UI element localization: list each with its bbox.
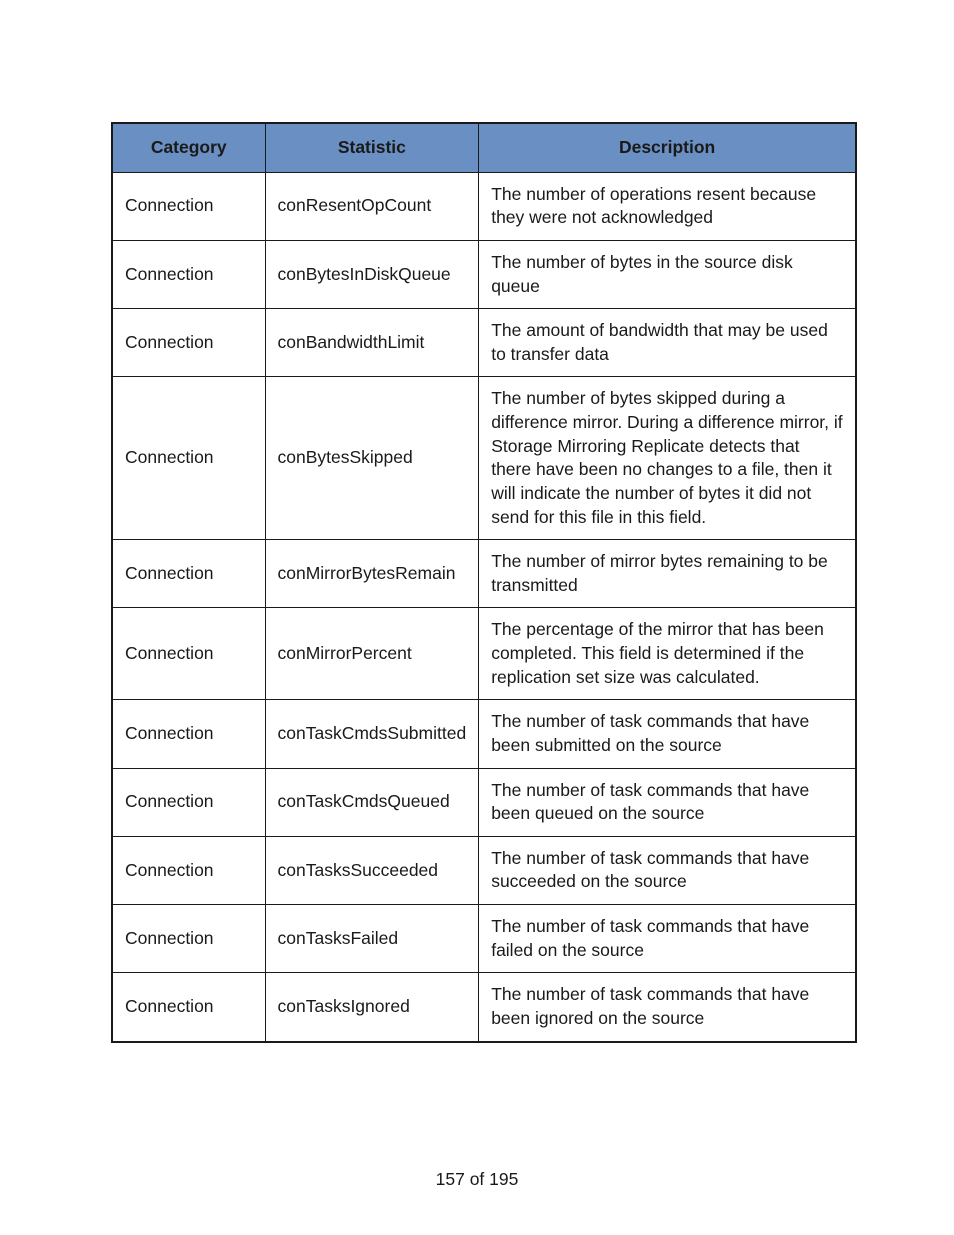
cell-category: Connection — [112, 240, 265, 308]
header-description: Description — [479, 123, 856, 172]
cell-statistic: conMirrorBytesRemain — [265, 540, 479, 608]
cell-statistic: conTaskCmdsQueued — [265, 768, 479, 836]
cell-description: The number of task commands that have be… — [479, 973, 856, 1042]
cell-category: Connection — [112, 172, 265, 240]
cell-description: The number of task commands that have be… — [479, 700, 856, 768]
table-row: Connection conTasksSucceeded The number … — [112, 836, 856, 904]
statistics-table: Category Statistic Description Connectio… — [111, 122, 857, 1043]
cell-description: The number of operations resent because … — [479, 172, 856, 240]
cell-category: Connection — [112, 377, 265, 540]
table-row: Connection conTaskCmdsQueued The number … — [112, 768, 856, 836]
table-row: Connection conTaskCmdsSubmitted The numb… — [112, 700, 856, 768]
header-category: Category — [112, 123, 265, 172]
cell-description: The number of task commands that have fa… — [479, 905, 856, 973]
cell-category: Connection — [112, 540, 265, 608]
page-number: 157 of 195 — [0, 1169, 954, 1190]
table-header-row: Category Statistic Description — [112, 123, 856, 172]
cell-description: The number of mirror bytes remaining to … — [479, 540, 856, 608]
cell-category: Connection — [112, 836, 265, 904]
cell-statistic: conBytesInDiskQueue — [265, 240, 479, 308]
cell-statistic: conMirrorPercent — [265, 608, 479, 700]
table-row: Connection conBytesSkipped The number of… — [112, 377, 856, 540]
cell-statistic: conTasksFailed — [265, 905, 479, 973]
table-row: Connection conTasksIgnored The number of… — [112, 973, 856, 1042]
cell-statistic: conTaskCmdsSubmitted — [265, 700, 479, 768]
header-statistic: Statistic — [265, 123, 479, 172]
table-row: Connection conResentOpCount The number o… — [112, 172, 856, 240]
cell-statistic: conBandwidthLimit — [265, 309, 479, 377]
table-row: Connection conMirrorBytesRemain The numb… — [112, 540, 856, 608]
cell-category: Connection — [112, 768, 265, 836]
cell-description: The percentage of the mirror that has be… — [479, 608, 856, 700]
cell-description: The number of task commands that have su… — [479, 836, 856, 904]
page-container: Category Statistic Description Connectio… — [0, 0, 954, 1043]
cell-statistic: conBytesSkipped — [265, 377, 479, 540]
table-body: Connection conResentOpCount The number o… — [112, 172, 856, 1041]
cell-statistic: conResentOpCount — [265, 172, 479, 240]
cell-category: Connection — [112, 700, 265, 768]
cell-description: The number of bytes skipped during a dif… — [479, 377, 856, 540]
cell-category: Connection — [112, 309, 265, 377]
cell-description: The number of bytes in the source disk q… — [479, 240, 856, 308]
table-row: Connection conMirrorPercent The percenta… — [112, 608, 856, 700]
table-row: Connection conBytesInDiskQueue The numbe… — [112, 240, 856, 308]
cell-category: Connection — [112, 608, 265, 700]
cell-statistic: conTasksSucceeded — [265, 836, 479, 904]
table-row: Connection conTasksFailed The number of … — [112, 905, 856, 973]
cell-category: Connection — [112, 905, 265, 973]
cell-description: The number of task commands that have be… — [479, 768, 856, 836]
cell-statistic: conTasksIgnored — [265, 973, 479, 1042]
cell-description: The amount of bandwidth that may be used… — [479, 309, 856, 377]
table-row: Connection conBandwidthLimit The amount … — [112, 309, 856, 377]
cell-category: Connection — [112, 973, 265, 1042]
